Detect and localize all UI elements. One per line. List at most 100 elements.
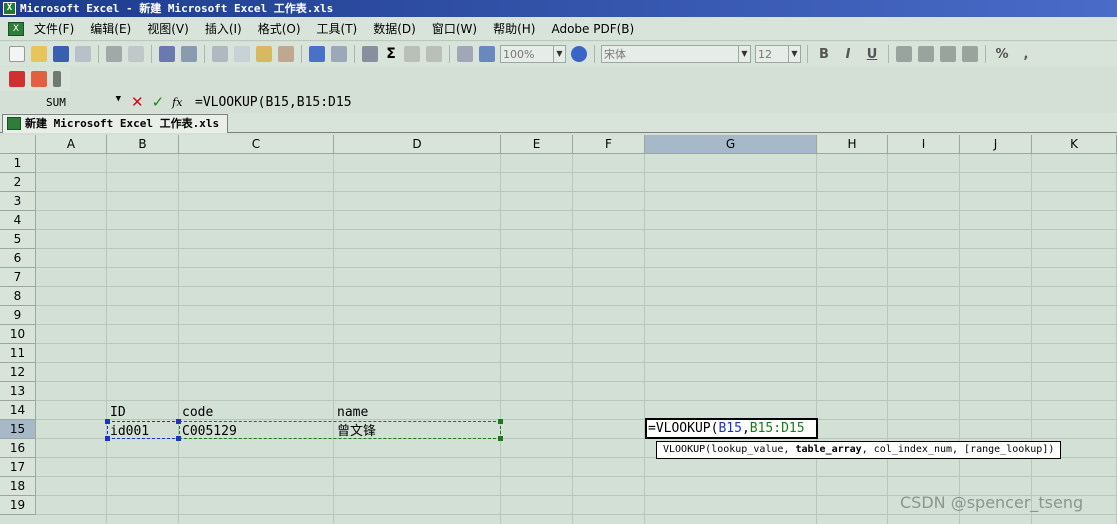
open-icon[interactable] <box>31 46 47 62</box>
resize-handle[interactable] <box>105 436 110 441</box>
print-preview-icon[interactable] <box>128 46 144 62</box>
tooltip-arg-rest[interactable]: , col_index_num, [range_lookup]) <box>862 444 1055 455</box>
chart-wizard-icon[interactable] <box>457 46 473 62</box>
copy-icon[interactable] <box>234 46 250 62</box>
chevron-down-icon[interactable]: ▼ <box>738 46 750 62</box>
cell-D14[interactable]: name <box>337 405 368 420</box>
print-icon[interactable] <box>106 46 122 62</box>
column-header-I[interactable]: I <box>888 135 960 154</box>
cut-icon[interactable] <box>212 46 228 62</box>
row-header-3[interactable]: 3 <box>0 192 36 211</box>
column-header-K[interactable]: K <box>1032 135 1117 154</box>
column-header-J[interactable]: J <box>960 135 1032 154</box>
font-select[interactable]: 宋体 ▼ <box>601 45 751 63</box>
row-header-16[interactable]: 16 <box>0 439 36 458</box>
paste-icon[interactable] <box>256 46 272 62</box>
worksheet-grid[interactable]: ABCDEFGHIJK 1 2 3 4 5 6 7 8 9 10 11 12 13 14 15 16 17 18 1… <box>0 135 1117 524</box>
comma-style-button[interactable]: , <box>1018 47 1034 62</box>
chevron-down-icon[interactable]: ▼ <box>553 46 565 62</box>
menu-help[interactable]: 帮助(H) <box>493 20 535 37</box>
zoom-select[interactable]: 100% ▼ <box>500 45 566 63</box>
column-header-B[interactable]: B <box>107 135 179 154</box>
resize-handle[interactable] <box>498 419 503 424</box>
sort-ascending-icon[interactable] <box>404 46 420 62</box>
row-header-11[interactable]: 11 <box>0 344 36 363</box>
row-header-7[interactable]: 7 <box>0 268 36 287</box>
menu-insert[interactable]: 插入(I) <box>205 20 242 37</box>
column-header-A[interactable]: A <box>36 135 107 154</box>
tooltip-arg-lookup-value[interactable]: lookup_value, <box>711 444 795 455</box>
toolbar-options-icon[interactable] <box>53 71 61 87</box>
cancel-icon[interactable]: ✕ <box>131 93 144 111</box>
permission-icon[interactable] <box>75 46 91 62</box>
new-icon[interactable] <box>9 46 25 62</box>
workbook-tab[interactable]: 新建 Microsoft Excel 工作表.xls <box>2 114 229 133</box>
row-header-1[interactable]: 1 <box>0 154 36 173</box>
row-header-4[interactable]: 4 <box>0 211 36 230</box>
percent-style-button[interactable]: % <box>994 47 1010 62</box>
excel-app-icon[interactable]: X <box>3 2 16 15</box>
redo-icon[interactable] <box>331 46 347 62</box>
menu-edit[interactable]: 编辑(E) <box>90 20 131 37</box>
save-icon[interactable] <box>53 46 69 62</box>
insert-function-icon[interactable]: fx <box>172 96 182 109</box>
row-header-12[interactable]: 12 <box>0 363 36 382</box>
menu-file[interactable]: 文件(F) <box>34 20 74 37</box>
underline-button[interactable]: U <box>864 47 880 62</box>
chevron-down-icon[interactable]: ▼ <box>788 46 800 62</box>
autosum-icon[interactable]: Σ <box>384 46 398 62</box>
pdf-convert-icon[interactable] <box>9 71 25 87</box>
name-box[interactable]: SUM ▼ <box>0 93 125 111</box>
menu-tools[interactable]: 工具(T) <box>317 20 358 37</box>
row-header-14[interactable]: 14 <box>0 401 36 420</box>
cell-C14[interactable]: code <box>182 405 213 420</box>
document-icon[interactable]: X <box>8 21 24 36</box>
column-header-F[interactable]: F <box>573 135 645 154</box>
align-center-icon[interactable] <box>918 46 934 62</box>
column-header-D[interactable]: D <box>334 135 501 154</box>
font-size-select[interactable]: 12 ▼ <box>755 45 801 63</box>
select-all-corner[interactable] <box>0 135 36 154</box>
resize-handle[interactable] <box>498 436 503 441</box>
menu-view[interactable]: 视图(V) <box>147 20 189 37</box>
resize-handle[interactable] <box>105 419 110 424</box>
enter-icon[interactable]: ✓ <box>152 93 165 111</box>
italic-button[interactable]: I <box>840 47 856 62</box>
bold-button[interactable]: B <box>816 47 832 62</box>
row-header-17[interactable]: 17 <box>0 458 36 477</box>
column-header-G[interactable]: G <box>645 135 817 154</box>
formula-input[interactable]: =VLOOKUP(B15,B15:D15 <box>193 95 352 110</box>
spelling-icon[interactable] <box>159 46 175 62</box>
drawing-icon[interactable] <box>479 46 495 62</box>
column-header-H[interactable]: H <box>817 135 888 154</box>
resize-handle[interactable] <box>176 436 181 441</box>
row-header-6[interactable]: 6 <box>0 249 36 268</box>
row-header-13[interactable]: 13 <box>0 382 36 401</box>
row-header-18[interactable]: 18 <box>0 477 36 496</box>
help-icon[interactable] <box>571 46 587 62</box>
resize-handle[interactable] <box>176 419 181 424</box>
menu-data[interactable]: 数据(D) <box>373 20 416 37</box>
format-painter-icon[interactable] <box>278 46 294 62</box>
row-header-2[interactable]: 2 <box>0 173 36 192</box>
research-icon[interactable] <box>181 46 197 62</box>
undo-icon[interactable] <box>309 46 325 62</box>
tooltip-function[interactable]: VLOOKUP( <box>663 444 711 455</box>
menu-format[interactable]: 格式(O) <box>258 20 301 37</box>
menu-adobe-pdf[interactable]: Adobe PDF(B) <box>551 22 634 36</box>
hyperlink-icon[interactable] <box>362 46 378 62</box>
menu-window[interactable]: 窗口(W) <box>432 20 477 37</box>
pdf-mail-icon[interactable] <box>31 71 47 87</box>
cell-B14[interactable]: ID <box>110 405 126 420</box>
column-header-C[interactable]: C <box>179 135 334 154</box>
align-right-icon[interactable] <box>940 46 956 62</box>
function-tooltip[interactable]: VLOOKUP(lookup_value, table_array, col_i… <box>656 441 1062 459</box>
merge-center-icon[interactable] <box>962 46 978 62</box>
chevron-down-icon[interactable]: ▼ <box>116 94 121 104</box>
tooltip-arg-table-array[interactable]: table_array <box>795 444 861 455</box>
row-header-8[interactable]: 8 <box>0 287 36 306</box>
row-header-19[interactable]: 19 <box>0 496 36 515</box>
active-cell-G15[interactable]: =VLOOKUP(B15,B15:D15 <box>645 418 818 439</box>
row-header-9[interactable]: 9 <box>0 306 36 325</box>
sort-descending-icon[interactable] <box>426 46 442 62</box>
